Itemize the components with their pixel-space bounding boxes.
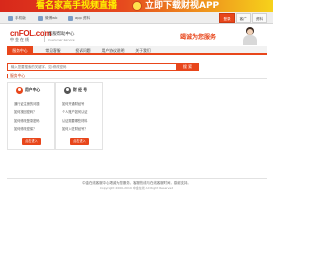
customer-button[interactable]: 客广 — [235, 13, 251, 23]
avatar-face — [247, 29, 253, 35]
section-marker — [7, 73, 8, 78]
nav-user-agreement[interactable]: 用户协议说明 — [99, 46, 127, 55]
weibo-icon — [38, 15, 43, 21]
card-link[interactable]: 认证需要哪些材料 — [62, 117, 102, 125]
topbar-link-label: app 资料 — [75, 16, 91, 20]
card-user-center: 用户中心 通行证注册的问题 如何找回密码？ 如何修改登录密码 如何修改密保？ 点… — [7, 82, 55, 150]
topbar-link-label: 手机版 — [15, 16, 26, 20]
enter-button[interactable]: 点击进入 — [70, 138, 89, 145]
topbar-right-actions: 登录 客广 资料 — [219, 13, 267, 23]
phone-icon — [8, 15, 13, 21]
nav-service-center[interactable]: 服务中心 — [7, 46, 33, 55]
site-header: cnFOL.com 中金在线 客服帮助中心 Customer Service 竭… — [0, 24, 273, 45]
card-link[interactable]: 如何找回密码？ — [14, 108, 54, 116]
topbar-link-label: 微博wb — [45, 16, 58, 20]
footer-divider — [7, 178, 267, 179]
header-slogan: 竭诚为您服务 — [180, 34, 217, 41]
promo-banner[interactable]: 看名家高手视频直播 立即下载财视APP — [0, 0, 273, 12]
nav-complaints[interactable]: 投诉问题 — [71, 46, 95, 55]
main-nav: 服务中心 常见客服 投诉问题 用户协议说明 关于我们 — [7, 46, 267, 55]
site-logo[interactable]: cnFOL.com 中金在线 — [10, 29, 52, 43]
card-header: 用户中心 — [16, 86, 40, 94]
card-link-list: 如何开通财经号 个人账户如何认证 认证需要哪些材料 如何入驻财经号？ — [62, 100, 102, 133]
banner-text-left: 看名家高手视频直播 — [36, 1, 118, 11]
topbar-link-app[interactable]: app 资料 — [68, 12, 90, 24]
card-link[interactable]: 如何入驻财经号？ — [62, 125, 102, 133]
header-divider — [44, 30, 45, 42]
nav-about-us[interactable]: 关于我们 — [133, 46, 153, 55]
card-link-list: 通行证注册的问题 如何找回密码？ 如何修改登录密码 如何修改密保？ — [14, 100, 54, 133]
enter-button[interactable]: 点击进入 — [22, 138, 41, 145]
card-link[interactable]: 如何修改密保？ — [14, 125, 54, 133]
app-icon — [68, 15, 73, 21]
card-finance-account: 财 经 号 如何开通财经号 个人账户如何认证 认证需要哪些材料 如何入驻财经号？… — [55, 82, 103, 150]
top-bar: 手机版 微博wb app 资料 登录 客广 资料 — [0, 12, 273, 24]
nav-common-service[interactable]: 常见客服 — [41, 46, 65, 55]
card-link[interactable]: 如何修改登录密码 — [14, 117, 54, 125]
card-header: 财 经 号 — [64, 86, 87, 94]
topbar-link-mobile[interactable]: 手机版 — [8, 12, 26, 24]
card-link[interactable]: 个人账户如何认证 — [62, 108, 102, 116]
profile-button[interactable]: 资料 — [251, 13, 267, 23]
banner-text-right: 立即下载财视APP — [145, 1, 220, 11]
search-button[interactable]: 搜 索 — [176, 63, 199, 71]
user-center-icon — [16, 86, 23, 94]
footer-copyright: Copyright 2000-2019 中金在线 All Right Reser… — [99, 186, 174, 190]
card-link[interactable]: 通行证注册的问题 — [14, 100, 54, 108]
login-button[interactable]: 登录 — [219, 13, 235, 23]
finance-account-icon — [64, 86, 71, 94]
search-input[interactable] — [7, 63, 177, 71]
logo-wordmark: cnFOL.com — [10, 29, 52, 38]
service-title-block: 客服帮助中心 Customer Service — [48, 32, 75, 42]
card-link[interactable]: 如何开通财经号 — [62, 100, 102, 108]
topbar-link-weibo[interactable]: 微博wb — [38, 12, 57, 24]
mascot-icon — [132, 1, 142, 11]
card-title: 用户中心 — [25, 87, 41, 92]
page: 看名家高手视频直播 立即下载财视APP 手机版 微博wb app 资料 登录 客… — [0, 0, 273, 259]
service-subtitle: Customer Service — [48, 38, 75, 42]
section-divider — [7, 78, 267, 79]
customer-service-avatar — [238, 26, 260, 46]
site-footer: 中金在线客服中心竭诚为您服务，客服热线与在线客服时间，感谢支持。 Copyrig… — [0, 181, 273, 191]
card-title: 财 经 号 — [73, 87, 88, 92]
avatar-body — [243, 35, 257, 45]
